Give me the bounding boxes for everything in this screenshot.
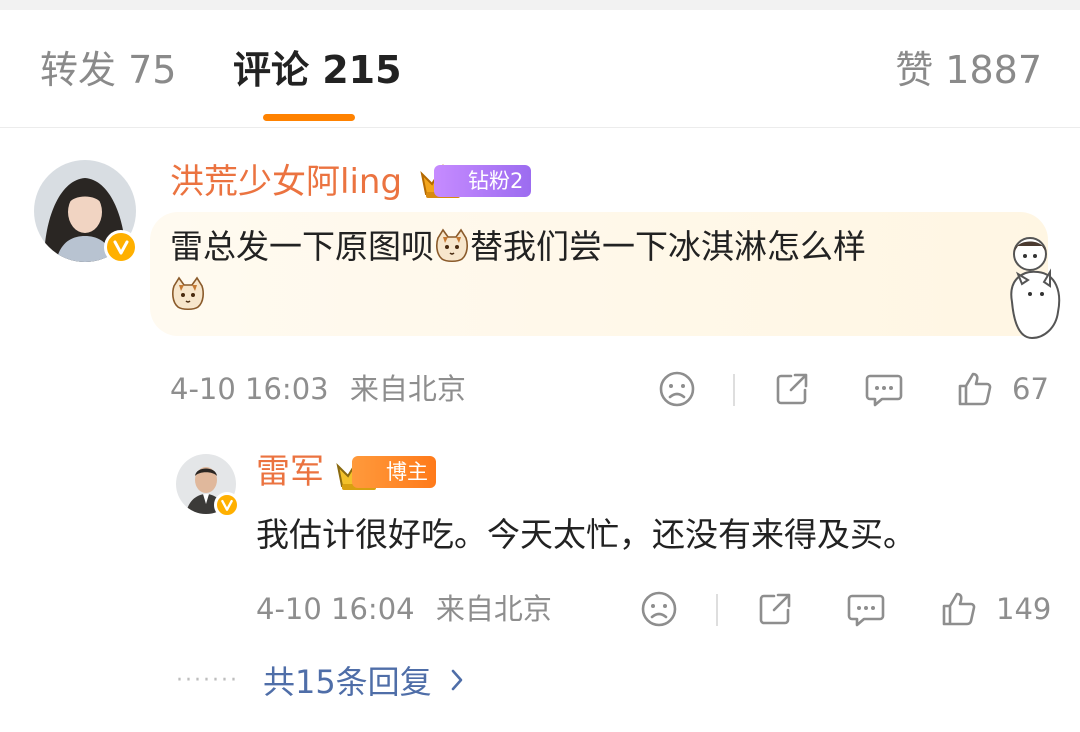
tab-comment[interactable]: 评论 215 xyxy=(233,48,402,92)
comment-button[interactable] xyxy=(846,590,886,628)
reply-avatar[interactable] xyxy=(176,454,240,518)
comment-text-line1: 雷总发一下原图呗 替我们尝一下冰淇淋怎么样 xyxy=(170,222,866,272)
verified-icon xyxy=(104,230,138,264)
comment-username[interactable]: 洪荒少女阿ling xyxy=(170,162,402,202)
dislike-face-icon xyxy=(659,371,695,407)
action-divider xyxy=(716,594,718,626)
bubble-sticker-icon xyxy=(1010,237,1061,340)
tab-like[interactable]: 赞 1887 xyxy=(895,48,1042,92)
dislike-face-icon xyxy=(641,591,677,627)
dislike-button[interactable] xyxy=(640,590,678,628)
like-count: 67 xyxy=(1012,372,1049,406)
avatar[interactable] xyxy=(34,160,138,264)
like-button[interactable]: 67 xyxy=(956,370,1049,408)
tab-repost[interactable]: 转发 75 xyxy=(40,48,176,92)
author-badge: 博主 xyxy=(352,456,436,488)
comment-text-part1: 雷总发一下原图呗 xyxy=(170,227,434,266)
comment-meta: 4-10 16:03 来自北京 xyxy=(170,372,466,406)
fan-level-badge: 钻粉2 xyxy=(434,165,532,197)
comment-time: 4-10 16:03 xyxy=(170,372,329,406)
like-count: 149 xyxy=(996,592,1052,626)
share-button[interactable] xyxy=(756,590,794,628)
like-button[interactable]: 149 xyxy=(940,590,1051,628)
tab-bar: 转发 75 评论 215 赞 1887 xyxy=(0,10,1080,128)
chevron-right-icon xyxy=(451,669,462,691)
thumbs-up-icon xyxy=(958,372,992,406)
top-strip xyxy=(0,0,1080,10)
dotted-line: ······· xyxy=(176,667,239,693)
action-divider xyxy=(733,374,735,406)
reply-text: 我估计很好吃。今天太忙，还没有来得及买。 xyxy=(256,515,916,554)
comment-location: 来自北京 xyxy=(349,372,466,406)
dislike-button[interactable] xyxy=(658,370,696,408)
comment-icon xyxy=(865,374,903,407)
reply-time: 4-10 16:04 xyxy=(256,592,415,626)
thumbs-up-icon xyxy=(942,592,976,626)
comment-text-part2: 替我们尝一下冰淇淋怎么样 xyxy=(470,227,866,266)
reply-location: 来自北京 xyxy=(435,592,552,626)
comment-icon xyxy=(847,594,885,627)
cat-emoji-icon xyxy=(436,228,468,263)
more-replies-link[interactable]: 共15条回复 xyxy=(263,657,432,703)
verified-icon xyxy=(214,492,240,518)
more-replies-row[interactable]: ······· 共15条回复 xyxy=(176,657,464,703)
share-button[interactable] xyxy=(773,370,811,408)
cat-emoji-icon xyxy=(172,276,204,311)
share-icon xyxy=(759,593,791,625)
reply-meta: 4-10 16:04 来自北京 xyxy=(256,592,552,626)
active-tab-indicator xyxy=(263,114,355,121)
comment-button[interactable] xyxy=(864,370,904,408)
share-icon xyxy=(776,373,808,405)
reply-username[interactable]: 雷军 xyxy=(256,452,324,492)
